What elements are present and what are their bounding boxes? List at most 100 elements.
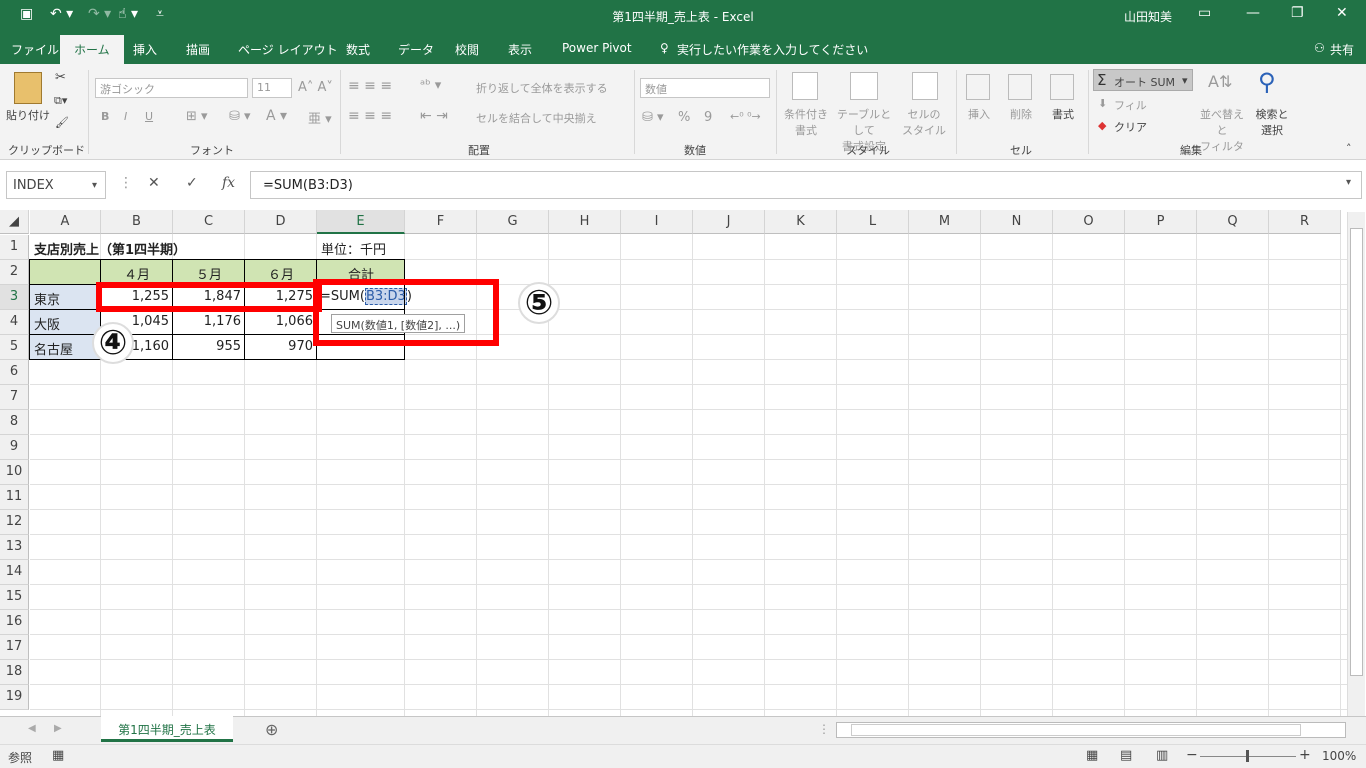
cell-A4[interactable]: 大阪 [30, 310, 101, 335]
page-break-view-icon[interactable]: ▥ [1156, 748, 1168, 763]
cell-E1[interactable]: 単位：千円 [317, 235, 405, 260]
expand-formula-icon[interactable]: ▾ [1346, 177, 1351, 188]
row-header-9[interactable]: 9 [0, 435, 29, 460]
merge-center-button[interactable]: セルを結合して中央揃え [476, 110, 597, 126]
row-header-15[interactable]: 15 [0, 585, 29, 610]
minimize-icon[interactable]: — [1246, 5, 1260, 21]
row-header-14[interactable]: 14 [0, 560, 29, 585]
font-color-icon[interactable]: A ▾ [266, 108, 287, 124]
clear-icon[interactable]: ◆ [1098, 119, 1106, 132]
row-header-7[interactable]: 7 [0, 385, 29, 410]
zoom-slider-thumb[interactable] [1246, 750, 1249, 762]
paste-button[interactable]: 貼り付け [6, 107, 50, 123]
font-size-combo[interactable]: 11 [252, 78, 292, 98]
close-icon[interactable]: ✕ [1336, 5, 1348, 21]
ribbon-display-icon[interactable]: ▭ [1198, 5, 1211, 21]
cancel-icon[interactable]: ✕ [148, 175, 160, 191]
column-header-N[interactable]: N [981, 210, 1053, 234]
column-header-K[interactable]: K [765, 210, 837, 234]
column-header-B[interactable]: B [101, 210, 173, 234]
collapse-ribbon-icon[interactable]: ˄ [1346, 142, 1352, 155]
zoom-level[interactable]: 100% [1322, 749, 1356, 763]
column-header-M[interactable]: M [909, 210, 981, 234]
number-format-combo[interactable]: 数値 [640, 78, 770, 98]
fill-color-icon[interactable]: ⛁ ▾ [229, 109, 251, 124]
column-header-P[interactable]: P [1125, 210, 1197, 234]
cell-styles-icon[interactable] [912, 72, 938, 100]
italic-button[interactable]: I [124, 110, 127, 123]
tab-formulas[interactable]: 数式 [346, 41, 370, 58]
row-header-10[interactable]: 10 [0, 460, 29, 485]
add-sheet-icon[interactable]: ⊕ [265, 720, 278, 739]
enter-icon[interactable]: ✓ [186, 175, 198, 191]
column-header-G[interactable]: G [477, 210, 549, 234]
column-header-F[interactable]: F [405, 210, 477, 234]
name-box[interactable]: INDEX [6, 171, 106, 199]
percent-button[interactable]: % [678, 110, 690, 125]
insert-cells-icon[interactable] [966, 74, 990, 100]
normal-view-icon[interactable]: ▦ [1086, 748, 1098, 763]
conditional-format-icon[interactable] [792, 72, 818, 100]
row-header-16[interactable]: 16 [0, 610, 29, 635]
user-name[interactable]: 山田知美 [1124, 8, 1172, 25]
cell-C4[interactable]: 1,176 [173, 310, 245, 335]
cell-C5[interactable]: 955 [173, 335, 245, 360]
zoom-out-icon[interactable]: − [1186, 747, 1198, 763]
column-header-L[interactable]: L [837, 210, 909, 234]
row-header-17[interactable]: 17 [0, 635, 29, 660]
prev-sheet-icon[interactable]: ◀ [28, 723, 36, 734]
sort-filter-icon[interactable]: A⇅ [1208, 72, 1232, 91]
column-header-I[interactable]: I [621, 210, 693, 234]
next-sheet-icon[interactable]: ▶ [54, 723, 62, 734]
tab-page-layout[interactable]: ページ レイアウト [238, 41, 338, 58]
vertical-scrollbar[interactable] [1347, 212, 1365, 716]
align-top-icon[interactable]: ≡ ≡ ≡ [348, 78, 392, 94]
select-all-button[interactable]: ◢ [0, 210, 29, 234]
column-header-Q[interactable]: Q [1197, 210, 1269, 234]
format-cells-button[interactable]: 書式 [1052, 106, 1074, 122]
share-icon[interactable]: ⚇ [1314, 41, 1325, 55]
clear-button[interactable]: クリア [1114, 119, 1147, 135]
row-header-13[interactable]: 13 [0, 535, 29, 560]
orientation-icon[interactable]: ᵃᵇ ▾ [420, 78, 441, 93]
macro-record-icon[interactable]: ▦ [52, 748, 64, 763]
format-as-table-icon[interactable] [850, 72, 878, 100]
underline-button[interactable]: U [145, 110, 153, 123]
grow-font-icon[interactable]: A˄ A˅ [298, 80, 333, 95]
row-header-8[interactable]: 8 [0, 410, 29, 435]
restore-icon[interactable]: ❐ [1291, 5, 1304, 21]
column-header-E[interactable]: E [317, 210, 405, 234]
insert-function-icon[interactable]: fx [222, 175, 235, 191]
horizontal-scroll-thumb[interactable] [851, 724, 1301, 736]
column-header-H[interactable]: H [549, 210, 621, 234]
row-header-19[interactable]: 19 [0, 685, 29, 710]
row-header-18[interactable]: 18 [0, 660, 29, 685]
paste-icon[interactable] [14, 72, 42, 104]
row-header-1[interactable]: 1 [0, 235, 29, 260]
tab-splitter-icon[interactable]: ⋮ [818, 722, 830, 736]
phonetic-icon[interactable]: 亜 ▾ [308, 108, 332, 127]
autosum-button[interactable]: オート SUM [1114, 74, 1175, 90]
wrap-text-button[interactable]: 折り返して全体を表示する [476, 80, 608, 96]
font-name-combo[interactable]: 游ゴシック [95, 78, 248, 98]
comma-button[interactable]: 9 [704, 110, 712, 125]
cell-D4[interactable]: 1,066 [245, 310, 317, 335]
row-header-3[interactable]: 3 [0, 285, 29, 310]
zoom-in-icon[interactable]: + [1299, 747, 1311, 763]
page-layout-view-icon[interactable]: ▤ [1120, 748, 1132, 763]
format-painter-icon[interactable]: 🖌 [55, 116, 69, 129]
find-select-button[interactable]: 検索と 選択 [1252, 106, 1292, 138]
cell-styles-button[interactable]: セルの スタイル [900, 106, 948, 138]
conditional-format-button[interactable]: 条件付き 書式 [782, 106, 830, 138]
find-select-icon[interactable]: ⚲ [1258, 68, 1276, 96]
row-header-11[interactable]: 11 [0, 485, 29, 510]
format-cells-icon[interactable] [1050, 74, 1074, 100]
indent-icon[interactable]: ⇤ ⇥ [420, 108, 448, 124]
cut-icon[interactable]: ✂ [55, 70, 66, 85]
column-header-O[interactable]: O [1053, 210, 1125, 234]
share-button[interactable]: 共有 [1330, 41, 1354, 58]
currency-icon[interactable]: ⛁ ▾ [642, 110, 664, 125]
insert-cells-button[interactable]: 挿入 [968, 106, 990, 122]
border-icon[interactable]: ⊞ ▾ [186, 109, 208, 124]
cell-D5[interactable]: 970 [245, 335, 317, 360]
